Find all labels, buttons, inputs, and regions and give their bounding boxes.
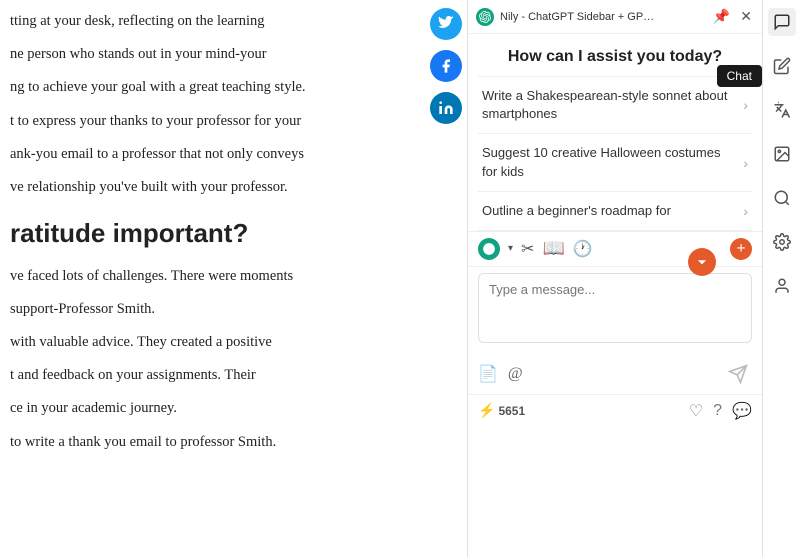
suggestion-arrow-3: ›	[743, 203, 748, 219]
file-attach-icon[interactable]: 📄	[478, 364, 498, 384]
footer-help-button[interactable]: ?	[713, 401, 722, 421]
main-content: tting at your desk, reflecting on the le…	[0, 0, 425, 557]
chat-header-icons: 📌 ✕	[711, 6, 754, 27]
scroll-down-button[interactable]	[688, 248, 716, 276]
toolbar-history-icon[interactable]: 🕐	[573, 239, 593, 259]
input-bottom-bar: 📄 @	[468, 354, 762, 394]
twitter-icon	[438, 16, 454, 32]
right-strip-image-icon[interactable]	[768, 140, 796, 168]
toolbar-add-button[interactable]: +	[730, 238, 752, 260]
mention-icon[interactable]: @	[508, 365, 523, 383]
image-icon	[773, 145, 791, 163]
linkedin-icon	[438, 100, 454, 116]
chat-input-area	[468, 266, 762, 354]
linkedin-share-button[interactable]	[430, 92, 462, 124]
openai-logo-icon	[479, 11, 491, 23]
footer-heart-button[interactable]: ♡	[689, 401, 703, 421]
chat-header: Nily - ChatGPT Sidebar + GPT-4o, D... 📌 …	[468, 0, 762, 34]
toolbar-dropdown-arrow[interactable]: ▾	[508, 243, 513, 254]
right-strip-chat-icon[interactable]	[768, 8, 796, 36]
send-icon	[728, 364, 748, 384]
paragraph-11: ce in your academic journey.	[10, 397, 405, 420]
chat-body: How can I assist you today? Write a Shak…	[468, 34, 762, 557]
paragraph-7: ve faced lots of challenges. There were …	[10, 265, 405, 288]
gear-icon	[773, 233, 791, 251]
suggestion-cards: Write a Shakespearean-style sonnet about…	[468, 76, 762, 231]
toolbar-gpt-logo	[478, 238, 500, 260]
chat-footer: ⚡ 5651 ♡ ? 💬	[468, 394, 762, 427]
footer-chat-button[interactable]: 💬	[732, 401, 752, 421]
suggestion-text-2: Suggest 10 creative Halloween costumes f…	[482, 144, 735, 180]
suggestion-text-1: Write a Shakespearean-style sonnet about…	[482, 87, 735, 123]
suggestion-card-1[interactable]: Write a Shakespearean-style sonnet about…	[478, 76, 752, 134]
suggestion-arrow-2: ›	[743, 155, 748, 171]
suggestion-arrow-1: ›	[743, 97, 748, 113]
paragraph-8: support-Professor Smith.	[10, 298, 405, 321]
social-share-bar	[425, 0, 467, 557]
paragraph-1: tting at your desk, reflecting on the le…	[10, 10, 405, 33]
toolbar-openai-icon	[482, 242, 496, 256]
right-strip-edit-icon[interactable]	[768, 52, 796, 80]
paragraph-2: ne person who stands out in your mind-yo…	[10, 43, 405, 66]
chat-bubble-icon	[773, 13, 791, 31]
right-strip-settings-icon[interactable]	[768, 228, 796, 256]
right-strip-translate-icon[interactable]	[768, 96, 796, 124]
footer-icons: ♡ ? 💬	[689, 401, 752, 421]
pin-button[interactable]: 📌	[711, 6, 732, 27]
pencil-icon	[773, 57, 791, 75]
main-heading: ratitude important?	[10, 213, 405, 255]
facebook-icon	[438, 58, 454, 74]
close-button[interactable]: ✕	[738, 6, 754, 27]
lightning-icon: ⚡	[478, 402, 495, 419]
chat-header-left: Nily - ChatGPT Sidebar + GPT-4o, D...	[476, 8, 660, 26]
chat-tooltip: Chat	[717, 65, 762, 87]
paragraph-10: t and feedback on your assignments. Thei…	[10, 364, 405, 387]
paragraph-12: to write a thank you email to professor …	[10, 431, 405, 454]
translate-icon	[773, 101, 791, 119]
paragraph-3: ng to achieve your goal with a great tea…	[10, 76, 405, 99]
right-icon-strip: Chat	[762, 0, 800, 557]
paragraph-5: ank-you email to a professor that not on…	[10, 143, 405, 166]
paragraph-6: ve relationship you've built with your p…	[10, 176, 405, 199]
chat-message-input[interactable]	[478, 273, 752, 343]
suggestion-text-3: Outline a beginner's roadmap for	[482, 202, 735, 220]
chat-toolbar: ▾ ✂ 📖 🕐 +	[468, 231, 762, 266]
right-strip-user-icon[interactable]	[768, 272, 796, 300]
chat-header-title: Nily - ChatGPT Sidebar + GPT-4o, D...	[500, 11, 660, 23]
search-magnifier-icon	[773, 189, 791, 207]
paragraph-9: with valuable advice. They created a pos…	[10, 331, 405, 354]
twitter-share-button[interactable]	[430, 8, 462, 40]
right-strip-search-icon[interactable]	[768, 184, 796, 212]
paragraph-4: t to express your thanks to your profess…	[10, 110, 405, 133]
suggestion-card-3[interactable]: Outline a beginner's roadmap for ›	[478, 192, 752, 231]
toolbar-book-icon[interactable]: 📖	[542, 238, 564, 259]
toolbar-scissors-icon[interactable]: ✂	[521, 239, 534, 259]
suggestion-card-2[interactable]: Suggest 10 creative Halloween costumes f…	[478, 134, 752, 191]
facebook-share-button[interactable]	[430, 50, 462, 82]
send-button[interactable]	[724, 360, 752, 388]
chevron-down-icon	[695, 255, 709, 269]
user-icon	[773, 277, 791, 295]
footer-count: 5651	[498, 404, 525, 418]
chatgpt-logo	[476, 8, 494, 26]
